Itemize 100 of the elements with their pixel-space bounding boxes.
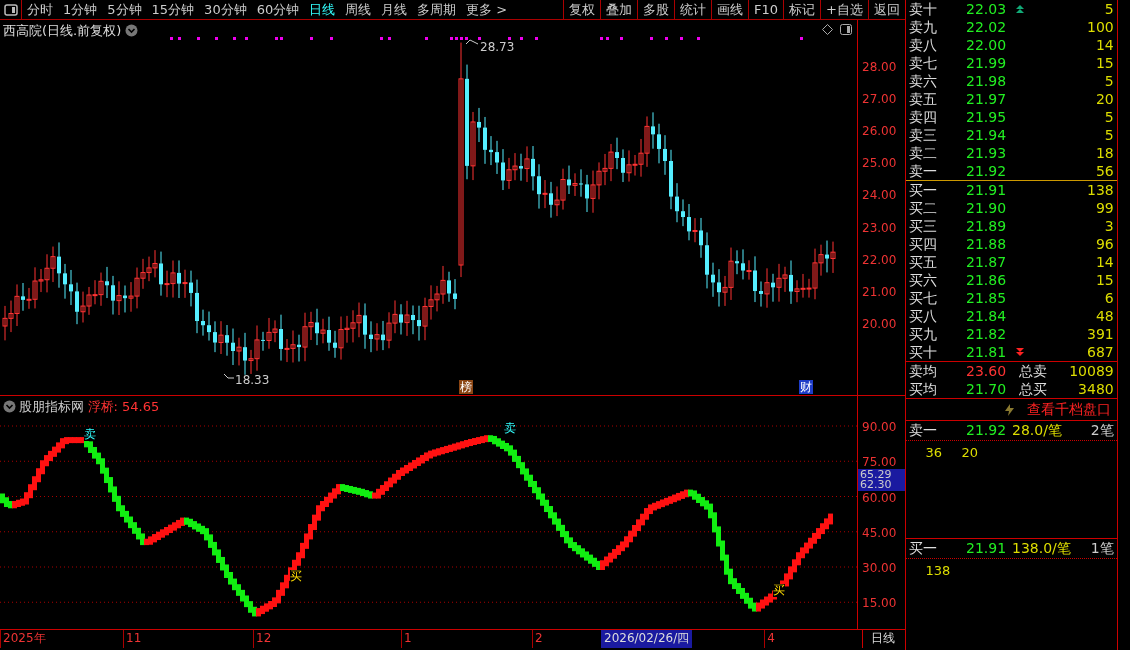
time-axis-label: 11 [123, 630, 253, 648]
price-value: 21.90 [966, 199, 1008, 217]
level-label: 买七 [908, 289, 938, 307]
total-value: 10089 [1069, 362, 1115, 380]
volume-value: 14 [1095, 36, 1115, 54]
level-label: 卖一 [908, 421, 938, 440]
dropdown-icon[interactable] [3, 400, 16, 414]
price-value: 21.94 [966, 126, 1008, 144]
order-volume: 36 [925, 444, 943, 462]
price-value: 21.93 [966, 144, 1008, 162]
price-axis-label: 20.00 [862, 315, 897, 333]
time-axis-label: 12 [253, 630, 401, 648]
period-tab[interactable]: 月线 [376, 0, 413, 19]
indicator-axis-label: 60.00 [862, 489, 897, 507]
price-value: 21.89 [966, 217, 1008, 235]
cursor-date-label: 2026/02/26/四 [601, 630, 693, 648]
price-value: 21.88 [966, 235, 1008, 253]
level-label: 卖六 [908, 72, 938, 90]
volume-value: 5 [1104, 108, 1115, 126]
level-label: 卖二 [908, 144, 938, 162]
time-axis-label: 1 [401, 630, 532, 648]
volume-value: 3 [1104, 217, 1115, 235]
average-label: 卖均 [908, 362, 938, 380]
level-label: 买六 [908, 271, 938, 289]
period-tab[interactable]: 1分钟 [58, 0, 103, 19]
period-label: 日线 [862, 630, 905, 648]
period-tab[interactable]: 日线 [304, 0, 341, 19]
volume-value: 5 [1104, 126, 1115, 144]
high-price-label: 28.73 [480, 39, 515, 56]
indicator-reading: 浮桥: 54.65 [87, 398, 160, 416]
chart-title: 西高院(日线.前复权) [3, 22, 122, 40]
volume-value: 48 [1095, 307, 1115, 325]
level-label: 卖三 [908, 126, 938, 144]
price-value: 21.87 [966, 253, 1008, 271]
price-axis-label: 27.00 [862, 91, 897, 109]
period-tab[interactable]: 多周期 [412, 0, 462, 19]
price-value: 21.92 [966, 421, 1008, 440]
volume-value: 20 [1095, 90, 1115, 108]
period-tab[interactable]: 分时 [22, 0, 58, 19]
level-label: 卖四 [908, 108, 938, 126]
level-label: 买一 [908, 539, 938, 558]
indicator-name: 股朋指标网 [19, 398, 85, 416]
dropdown-icon[interactable] [124, 24, 138, 38]
indicator-axis-label: 45.00 [862, 524, 897, 542]
indicator-axis-label: 75.00 [862, 454, 897, 470]
volume-value: 391 [1087, 325, 1115, 343]
average-price: 21.70 [966, 380, 1008, 398]
low-price-label: 18.33 [235, 372, 270, 389]
level-label: 买五 [908, 253, 938, 271]
panel-toggle-icon[interactable] [3, 4, 18, 16]
period-tab[interactable]: 更多 > [461, 0, 513, 19]
level-label: 买十 [908, 343, 938, 361]
average-price: 23.60 [966, 362, 1008, 380]
volume-value: 18 [1095, 144, 1115, 162]
price-value: 21.91 [966, 539, 1008, 558]
price-axis-label: 25.00 [862, 155, 897, 173]
price-axis-label: 23.00 [862, 219, 897, 237]
volume-value: 14 [1095, 253, 1115, 271]
price-value: 21.97 [966, 90, 1008, 108]
diamond-icon[interactable] [822, 24, 833, 35]
period-tab[interactable]: 周线 [340, 0, 377, 19]
up-arrow-icon [1016, 5, 1024, 13]
price-value: 21.85 [966, 289, 1008, 307]
level-label: 买四 [908, 235, 938, 253]
event-badge[interactable]: 榜 [459, 380, 473, 394]
signal-label: 卖 [84, 428, 96, 441]
order-volume: 138 [925, 562, 951, 580]
level-label: 买九 [908, 325, 938, 343]
average-volume: 138.0/笔 [1012, 539, 1071, 558]
period-tab[interactable]: 30分钟 [199, 0, 252, 19]
volume-value: 687 [1087, 343, 1115, 361]
price-value: 21.98 [966, 72, 1008, 90]
time-axis-label: 4 [764, 630, 863, 648]
volume-value: 100 [1087, 18, 1115, 36]
signal-label: 买 [290, 570, 302, 583]
indicator-axis-label: 15.00 [862, 595, 897, 613]
volume-value: 15 [1095, 54, 1115, 72]
level-label: 卖一 [908, 162, 938, 180]
price-value: 21.91 [966, 181, 1008, 199]
cursor-value: 65.29 [860, 470, 893, 480]
level-label: 卖七 [908, 54, 938, 72]
price-value: 22.03 [966, 0, 1008, 18]
event-badge[interactable]: 财 [799, 380, 813, 394]
panel-toggle-icon[interactable] [840, 24, 852, 35]
average-volume: 28.0/笔 [1012, 421, 1062, 440]
volume-value: 56 [1095, 162, 1115, 180]
order-count: 2笔 [1090, 421, 1115, 440]
period-tab[interactable]: 60分钟 [251, 0, 305, 19]
depth-link[interactable]: 查看千档盘口 [1026, 399, 1111, 420]
volume-value: 96 [1095, 235, 1115, 253]
level-label: 卖五 [908, 90, 938, 108]
indicator-axis-label: 30.00 [862, 560, 897, 577]
period-tab[interactable]: 15分钟 [146, 0, 200, 19]
volume-value: 138 [1087, 181, 1115, 199]
price-axis-label: 22.00 [862, 251, 897, 269]
period-tab[interactable]: 5分钟 [102, 0, 147, 19]
signal-label: 卖 [504, 422, 516, 435]
leader-line [223, 373, 235, 379]
cursor-value: 62.30 [860, 480, 893, 490]
price-value: 21.92 [966, 162, 1008, 180]
